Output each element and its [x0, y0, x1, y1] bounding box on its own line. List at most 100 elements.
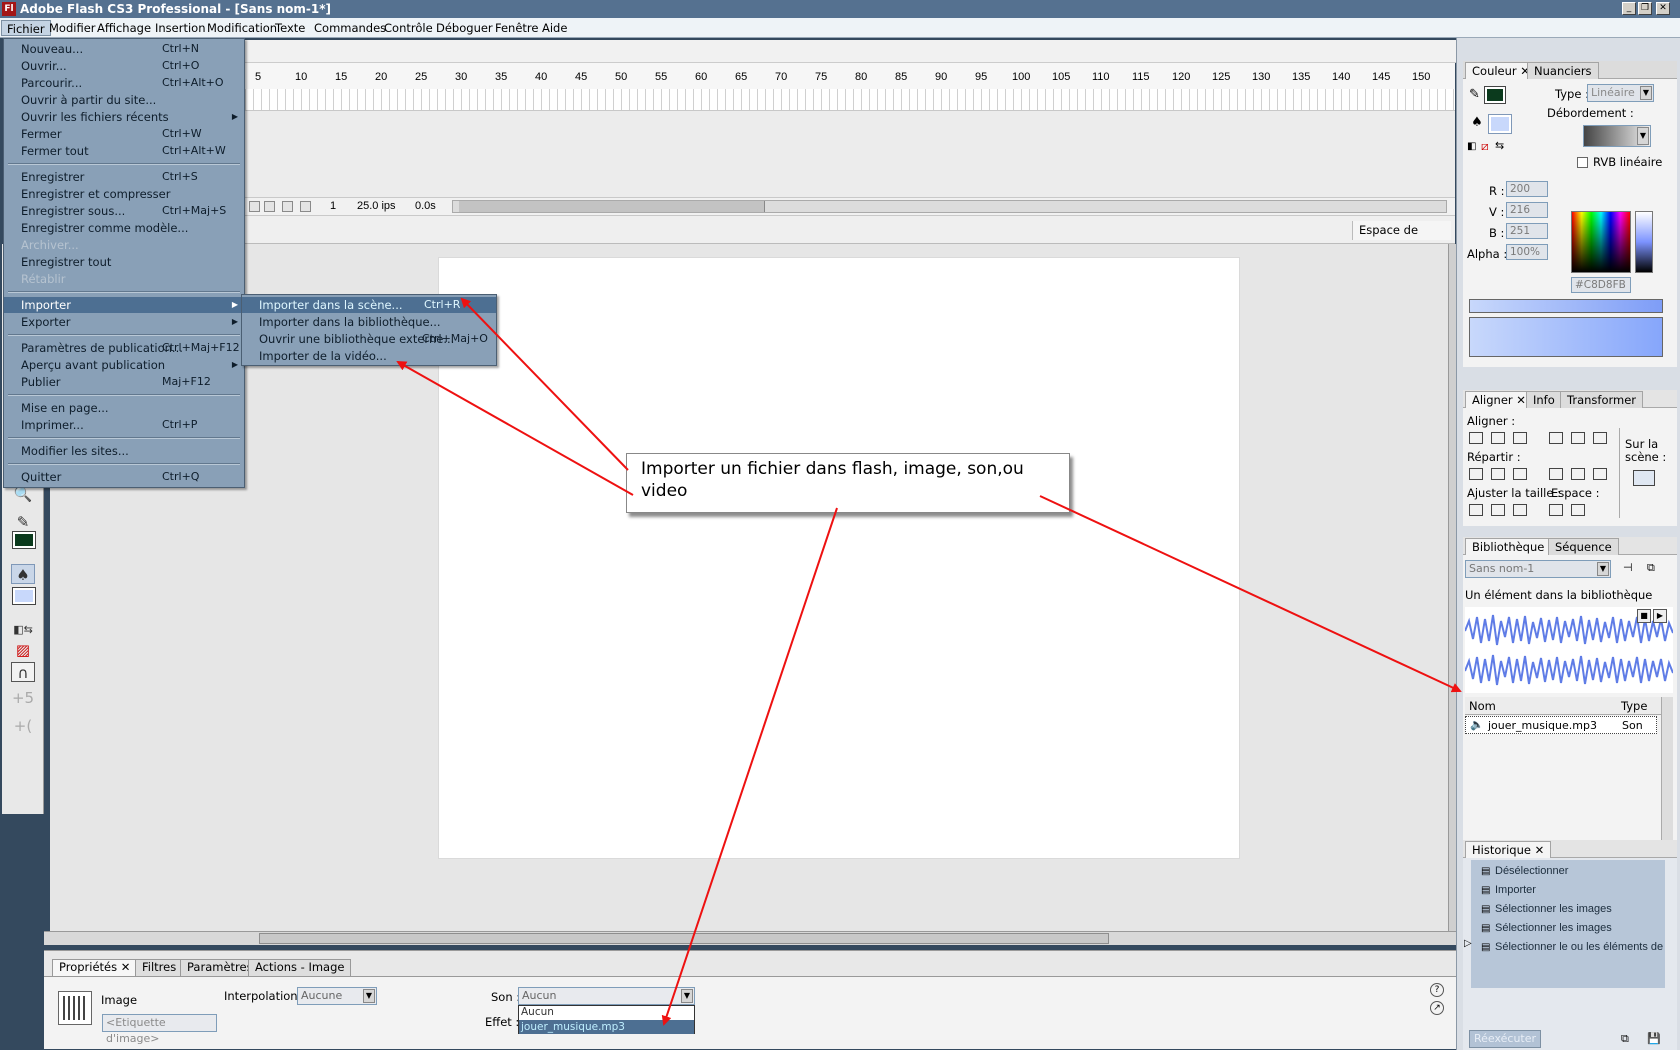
stroke-swatch[interactable]: [1484, 86, 1506, 104]
fill-swatch[interactable]: [1488, 114, 1512, 134]
snap-magnet-icon[interactable]: ∩: [11, 662, 35, 682]
onion-outline-icon[interactable]: [282, 201, 293, 212]
overflow-select[interactable]: ▼: [1583, 125, 1651, 147]
menu-deboguer[interactable]: Déboguer: [431, 20, 498, 36]
submenu-item-importer-video[interactable]: Importer de la vidéo...: [242, 348, 496, 364]
menu-item-imprimer[interactable]: Imprimer... Ctrl+P: [4, 417, 244, 433]
history-item[interactable]: ▤ Importer: [1481, 883, 1536, 899]
menu-item-ouvrir-site[interactable]: Ouvrir à partir du site...: [4, 92, 244, 108]
history-item[interactable]: ▤ Sélectionner les images: [1481, 921, 1612, 937]
workspace-button[interactable]: Espace de travail: [1352, 221, 1451, 256]
match-height-icon[interactable]: [1491, 504, 1505, 516]
center-frame-icon[interactable]: [249, 201, 260, 212]
timeline-scrollbar[interactable]: [452, 200, 1447, 213]
tab-actions-image[interactable]: Actions - Image: [248, 959, 352, 976]
align-bottom-icon[interactable]: [1593, 432, 1607, 444]
menu-item-enregistrer-tout[interactable]: Enregistrer tout: [4, 254, 244, 270]
play-icon[interactable]: ▶: [1653, 609, 1667, 623]
tab-historique[interactable]: Historique ✕: [1465, 841, 1552, 858]
copy-steps-icon[interactable]: ⧉: [1621, 1032, 1629, 1046]
stroke-color-icon[interactable]: [12, 531, 36, 549]
paint-bucket-icon[interactable]: ♠: [1467, 115, 1487, 133]
distribute-bottom-icon[interactable]: [1513, 468, 1527, 480]
interpolation-select[interactable]: Aucune ▼: [297, 987, 377, 1005]
no-color-icon[interactable]: ⧄: [1481, 139, 1489, 154]
menu-item-quitter[interactable]: Quitter Ctrl+Q: [4, 469, 244, 485]
align-top-icon[interactable]: [1549, 432, 1563, 444]
brightness-slider[interactable]: [1635, 211, 1653, 273]
default-colors-icon[interactable]: ◧: [1467, 141, 1476, 152]
color-spectrum[interactable]: [1571, 211, 1631, 273]
help-icon[interactable]: ?: [1430, 983, 1444, 997]
menu-item-publier[interactable]: Publier Maj+F12: [4, 374, 244, 390]
timeline-ruler[interactable]: 5 10 15 20 25 30 35 40 45 50 55 60 65 70…: [245, 63, 1455, 89]
menu-item-parametres-publication[interactable]: Paramètres de publication... Ctrl+Maj+F12: [4, 340, 244, 356]
alpha-input[interactable]: 100%: [1506, 244, 1548, 260]
column-nom[interactable]: Nom: [1469, 699, 1496, 713]
history-item[interactable]: ▤ Sélectionner les images: [1481, 902, 1612, 918]
column-type[interactable]: Type: [1621, 699, 1647, 713]
menu-item-parcourir[interactable]: Parcourir... Ctrl+Alt+O: [4, 75, 244, 91]
straighten-icon[interactable]: +(: [11, 716, 35, 736]
menu-item-fermer-tout[interactable]: Fermer tout Ctrl+Alt+W: [4, 143, 244, 159]
close-window-button[interactable]: ✕: [1656, 2, 1670, 15]
tab-filtres[interactable]: Filtres: [135, 959, 184, 976]
swap-colors-icon[interactable]: ⇆: [1495, 139, 1504, 152]
r-input[interactable]: 200: [1506, 181, 1548, 197]
history-item[interactable]: ▤ Sélectionner le ou les éléments de: [1481, 940, 1663, 956]
gradient-bar[interactable]: [1469, 299, 1663, 313]
match-both-icon[interactable]: [1513, 504, 1527, 516]
menu-item-enregistrer-sous[interactable]: Enregistrer sous... Ctrl+Maj+S: [4, 203, 244, 219]
space-vertical-icon[interactable]: [1549, 504, 1563, 516]
menu-item-nouveau[interactable]: Nouveau... Ctrl+N: [4, 41, 244, 57]
menu-fenetre[interactable]: Fenêtre: [490, 20, 543, 36]
tab-proprietes[interactable]: Propriétés ✕: [52, 959, 138, 977]
pencil-icon[interactable]: ✎: [1469, 87, 1480, 102]
distribute-center-icon[interactable]: [1491, 468, 1505, 480]
menu-item-ouvrir[interactable]: Ouvrir... Ctrl+O: [4, 58, 244, 74]
rgb-linear-checkbox[interactable]: [1577, 157, 1588, 168]
match-width-icon[interactable]: [1469, 504, 1483, 516]
sound-select[interactable]: Aucun ▼: [518, 987, 695, 1005]
swap-colors-icon[interactable]: ◧⇆: [11, 620, 35, 640]
smooth-icon[interactable]: +5: [11, 688, 35, 708]
align-center-v-icon[interactable]: [1571, 432, 1585, 444]
timeline-frames[interactable]: [245, 89, 1455, 111]
edit-frames-icon[interactable]: [300, 201, 311, 212]
frame-label-input[interactable]: <Etiquette d'image>: [102, 1014, 217, 1045]
history-slider-icon[interactable]: ▷: [1464, 938, 1472, 949]
new-library-panel-icon[interactable]: ⧉: [1647, 561, 1655, 575]
save-command-icon[interactable]: 💾: [1647, 1032, 1661, 1045]
restore-button[interactable]: ❐: [1638, 2, 1652, 15]
paint-bucket-icon[interactable]: ♠: [11, 564, 35, 584]
distribute-hcenter-icon[interactable]: [1571, 468, 1585, 480]
menu-item-mise-en-page[interactable]: Mise en page...: [4, 400, 244, 416]
tab-sequence[interactable]: Séquence: [1548, 538, 1619, 555]
menu-item-enregistrer-compresser[interactable]: Enregistrer et compresser: [4, 186, 244, 202]
onion-skin-icon[interactable]: [264, 201, 275, 212]
menu-item-fichiers-recents[interactable]: Ouvrir les fichiers récents ▶: [4, 109, 244, 125]
menu-item-exporter[interactable]: Exporter ▶: [4, 314, 244, 330]
align-right-icon[interactable]: [1513, 432, 1527, 444]
menu-item-enregistrer-modele[interactable]: Enregistrer comme modèle...: [4, 220, 244, 236]
tab-info[interactable]: Info: [1526, 391, 1562, 408]
stage-vertical-scrollbar[interactable]: [1448, 244, 1456, 931]
distribute-left-icon[interactable]: [1549, 468, 1563, 480]
to-stage-button[interactable]: [1633, 470, 1655, 486]
menu-item-enregistrer[interactable]: Enregistrer Ctrl+S: [4, 169, 244, 185]
menu-controle[interactable]: Contrôle: [379, 20, 438, 36]
v-input[interactable]: 216: [1506, 202, 1548, 218]
space-horizontal-icon[interactable]: [1571, 504, 1585, 516]
tab-nuanciers[interactable]: Nuanciers: [1527, 62, 1599, 79]
timeline-scroll-thumb[interactable]: [459, 201, 765, 212]
b-input[interactable]: 251: [1506, 223, 1548, 239]
stage-horizontal-scrollbar[interactable]: [44, 931, 1456, 945]
expand-icon[interactable]: ↗: [1430, 1001, 1444, 1015]
tab-aligner[interactable]: Aligner ✕: [1465, 391, 1533, 408]
align-left-icon[interactable]: [1469, 432, 1483, 444]
menu-item-apercu-publication[interactable]: Aperçu avant publication ▶: [4, 357, 244, 373]
stop-icon[interactable]: ■: [1637, 609, 1651, 623]
menu-item-fermer[interactable]: Fermer Ctrl+W: [4, 126, 244, 142]
history-item[interactable]: ▤ Désélectionner: [1481, 864, 1568, 880]
fill-color-icon[interactable]: [12, 587, 36, 605]
